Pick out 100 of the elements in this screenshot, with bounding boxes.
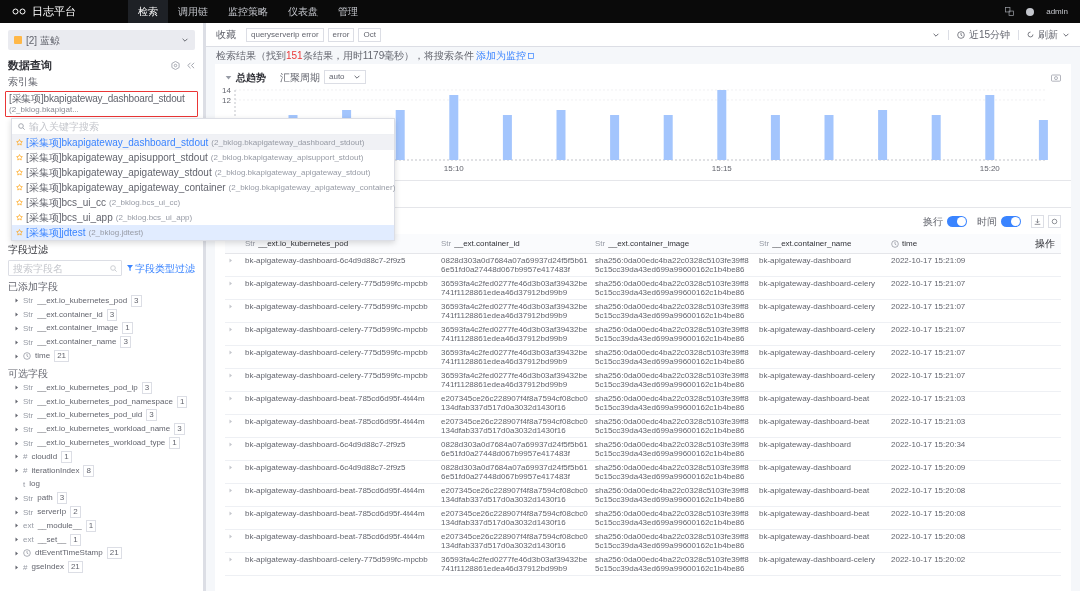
index-set-select[interactable]: [采集项]bkapigateway_dashboard_stdout (2_bklog.bkapigat... [5,91,198,117]
field-name[interactable]: __ext.io_kubernetes_pod_ip [37,381,138,394]
refresh-button[interactable]: 刷新 [1038,27,1058,42]
field-name[interactable]: __ext.io_kubernetes_workload_type [37,437,166,450]
chevron-down-icon[interactable] [181,36,189,44]
caret-icon[interactable] [14,523,19,529]
column-header[interactable]: __ext.container_name [772,237,852,250]
field-name[interactable]: __module__ [37,519,82,532]
star-icon[interactable] [16,169,23,176]
collapse-caret-icon[interactable] [225,73,232,81]
field-name[interactable]: __ext.io_kubernetes_pod [37,294,128,307]
add-monitor-link[interactable]: 添加为监控 [476,48,535,63]
expand-row-icon[interactable] [228,488,233,493]
column-header[interactable]: __ext.container_image [608,237,690,250]
caret-icon[interactable] [14,564,19,570]
star-icon[interactable] [16,214,23,221]
field-name[interactable]: __ext.io_kubernetes_workload_name [37,423,171,436]
query-chip[interactable]: error [327,27,355,42]
star-icon[interactable] [16,229,23,236]
field-name[interactable]: gseIndex [31,561,64,574]
download-button[interactable] [1031,214,1044,228]
field-name[interactable]: iterationIndex [31,464,80,477]
dropdown-option[interactable]: [采集项]bkapigateway_dashboard_stdout (2_bklog.bkapigateway_dashboard_stdout) [12,135,394,150]
caret-icon[interactable] [14,312,19,318]
star-icon[interactable] [16,139,23,146]
field-name[interactable]: time [35,350,51,363]
caret-icon[interactable] [14,399,19,405]
caret-icon[interactable] [14,412,19,418]
bar[interactable] [824,115,834,160]
toggle-switch[interactable] [947,215,967,227]
column-header[interactable]: __ext.container_id [454,237,520,250]
query-chip[interactable]: queryserverip error [246,27,324,42]
bar[interactable] [878,110,888,160]
expand-row-icon[interactable] [228,373,233,378]
bar[interactable] [502,115,512,160]
language-icon[interactable] [1005,7,1015,16]
settings-button[interactable] [1048,214,1061,228]
nav-tab[interactable]: 监控策略 [218,0,278,23]
expand-row-icon[interactable] [228,304,233,309]
star-icon[interactable] [16,154,23,161]
field-name[interactable]: path [37,492,53,505]
caret-icon[interactable] [14,550,19,556]
expand-row-icon[interactable] [228,465,233,470]
nav-tab[interactable]: 调用链 [168,0,218,23]
field-name[interactable]: __ext.container_id [37,308,103,321]
refresh-icon[interactable] [1027,31,1034,38]
bar[interactable] [610,115,620,160]
field-name[interactable]: log [29,478,40,491]
dropdown-option[interactable]: [采集项]bcs_ui_app (2_bklog.bcs_ui_app) [12,210,394,225]
toggle-switch[interactable] [1001,215,1021,227]
caret-icon[interactable] [14,298,19,304]
caret-icon[interactable] [14,495,19,501]
caret-icon[interactable] [14,454,19,460]
field-name[interactable]: __ext.container_name [37,336,117,349]
collapse-icon[interactable] [186,60,195,70]
expand-row-icon[interactable] [228,511,233,516]
bar[interactable] [770,115,780,160]
expand-row-icon[interactable] [228,442,233,447]
column-header[interactable]: time [902,237,918,250]
caret-icon[interactable] [14,385,19,391]
field-name[interactable]: __ext.io_kubernetes_pod_uid [37,409,143,422]
dropdown-option[interactable]: [采集项]bkapigateway_apigateway_stdout (2_bklog.bkapigateway_apigateway_stdout) [12,165,394,180]
query-chip[interactable]: Oct [358,27,381,42]
star-icon[interactable] [16,199,23,206]
nav-tab[interactable]: 仪表盘 [278,0,328,23]
dropdown-option[interactable]: [采集项]bcs_ui_cc (2_bklog.bcs_ui_cc) [12,195,394,210]
column-header[interactable]: __ext.io_kubernetes_pod [258,237,349,250]
field-name[interactable]: serverIp [37,506,67,519]
expand-row-icon[interactable] [228,419,233,424]
caret-icon[interactable] [14,326,19,331]
dropdown-option[interactable]: [采集项]bkapigateway_apigateway_container (2_bklog.bkapigateway_apigateway_container) [12,180,394,195]
caret-icon[interactable] [14,353,19,359]
field-name[interactable]: cloudId [31,450,58,463]
type-filter-link[interactable]: 字段类型过滤 [127,260,195,276]
field-name[interactable]: __ext.io_kubernetes_pod_namespace [37,395,173,408]
help-icon[interactable] [1026,7,1035,16]
settings-icon[interactable] [171,60,180,70]
field-name[interactable]: __ext.container_image [37,322,119,335]
caret-icon[interactable] [14,440,19,446]
star-icon[interactable] [16,184,23,191]
expand-row-icon[interactable] [228,281,233,286]
time-range[interactable]: 近15分钟 [968,27,1010,42]
expand-row-icon[interactable] [228,534,233,539]
expand-row-icon[interactable] [228,258,233,263]
bar[interactable] [717,90,727,160]
interval-select[interactable]: auto [324,70,366,84]
field-name[interactable]: dtEventTimeStamp [35,547,103,560]
bar[interactable] [449,95,459,160]
caret-icon[interactable] [14,468,19,474]
bar[interactable] [395,110,405,160]
caret-icon[interactable] [14,509,19,515]
field-name[interactable]: __set__ [37,533,67,546]
caret-icon[interactable] [14,426,19,432]
bar[interactable] [663,115,673,160]
expand-row-icon[interactable] [228,396,233,401]
expand-row-icon[interactable] [228,327,233,332]
chevron-down-icon[interactable] [353,73,361,81]
bar[interactable] [985,95,995,160]
expand-row-icon[interactable] [228,557,233,562]
expand-row-icon[interactable] [228,350,233,355]
